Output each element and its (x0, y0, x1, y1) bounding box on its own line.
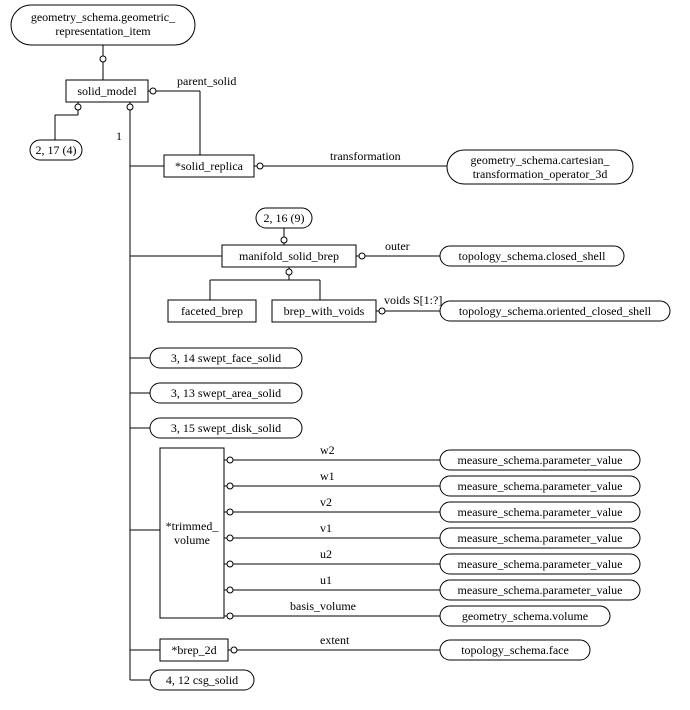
svg-text:geometry_schema.volume: geometry_schema.volume (462, 609, 588, 623)
svg-text:measure_schema.parameter_value: measure_schema.parameter_value (458, 583, 623, 597)
svg-text:2, 17 (4): 2, 17 (4) (36, 143, 77, 157)
svg-text:extent: extent (320, 633, 350, 647)
solid-model-label: solid_model (77, 84, 137, 98)
svg-text:measure_schema.parameter_value: measure_schema.parameter_value (458, 453, 623, 467)
trimmed-volume-attrs: w2 measure_schema.parameter_value w1 mea… (224, 443, 640, 626)
root-line2: representation_item (55, 24, 151, 38)
svg-text:measure_schema.parameter_value: measure_schema.parameter_value (458, 557, 623, 571)
svg-text:outer: outer (385, 239, 410, 253)
svg-text:v2: v2 (320, 495, 332, 509)
svg-text:brep_with_voids: brep_with_voids (284, 304, 365, 318)
svg-text:3, 14 swept_face_solid: 3, 14 swept_face_solid (171, 351, 281, 365)
svg-text:faceted_brep: faceted_brep (181, 304, 243, 318)
svg-text:transformation: transformation (330, 149, 401, 163)
svg-text:3, 15 swept_disk_solid: 3, 15 swept_disk_solid (171, 421, 281, 435)
svg-text:*solid_replica: *solid_replica (175, 159, 244, 173)
svg-text:topology_schema.face: topology_schema.face (461, 643, 569, 657)
svg-text:w1: w1 (320, 469, 335, 483)
svg-text:manifold_solid_brep: manifold_solid_brep (239, 249, 339, 263)
svg-text:transformation_operator_3d: transformation_operator_3d (473, 167, 608, 181)
svg-text:topology_schema.closed_shell: topology_schema.closed_shell (459, 249, 607, 263)
svg-text:2, 16 (9): 2, 16 (9) (264, 211, 305, 225)
svg-text:u2: u2 (320, 547, 332, 561)
root-line1: geometry_schema.geometric_ (31, 10, 176, 24)
svg-text:4, 12 csg_solid: 4, 12 csg_solid (166, 673, 238, 687)
svg-text:volume: volume (174, 533, 210, 547)
svg-text:measure_schema.parameter_value: measure_schema.parameter_value (458, 479, 623, 493)
svg-text:1: 1 (116, 129, 122, 143)
svg-text:geometry_schema.cartesian_: geometry_schema.cartesian_ (471, 153, 611, 167)
svg-text:topology_schema.oriented_close: topology_schema.oriented_closed_shell (459, 304, 652, 318)
svg-text:parent_solid: parent_solid (177, 74, 236, 88)
root-entity: geometry_schema.geometric_ representatio… (11, 5, 195, 45)
svg-text:voids S[1:?]: voids S[1:?] (384, 293, 442, 307)
svg-text:v1: v1 (320, 521, 332, 535)
svg-text:w2: w2 (320, 443, 335, 457)
svg-text:measure_schema.parameter_value: measure_schema.parameter_value (458, 531, 623, 545)
svg-text:*brep_2d: *brep_2d (171, 643, 216, 657)
svg-text:measure_schema.parameter_value: measure_schema.parameter_value (458, 505, 623, 519)
svg-text:*trimmed_: *trimmed_ (166, 519, 220, 533)
svg-text:basis_volume: basis_volume (290, 599, 356, 613)
svg-text:3, 13 swept_area_solid: 3, 13 swept_area_solid (171, 386, 281, 400)
svg-text:u1: u1 (320, 573, 332, 587)
